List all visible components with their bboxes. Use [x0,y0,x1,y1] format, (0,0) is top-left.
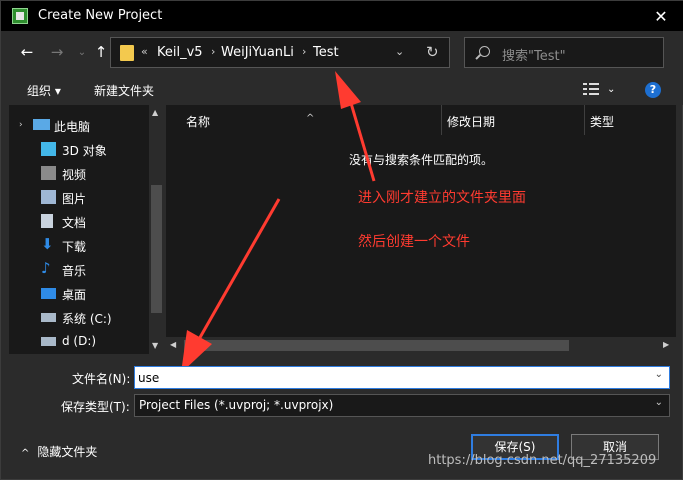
breadcrumb-test[interactable]: Test [313,45,339,60]
column-label: 类型 [590,115,615,129]
view-dropdown-icon[interactable]: ⌄ [607,84,615,95]
sidebar-item-label: 图片 [62,192,87,206]
desktop-icon [41,288,56,299]
arrow-left-icon: ← [20,43,34,61]
filename-label: 文件名(N): [72,372,131,386]
navigation-bar: ← → ⌄ ↑ « Keil_v5 › WeiJiYuanLi › Test ⌄… [1,31,683,75]
scroll-down-icon[interactable]: ▼ [152,341,158,350]
sidebar-item-3d-objects[interactable]: 3D 对象 [9,138,149,162]
column-label: 修改日期 [447,115,496,129]
address-bar[interactable]: « Keil_v5 › WeiJiYuanLi › Test ⌄ ↻ [110,37,450,68]
help-icon[interactable]: ? [645,82,661,98]
filename-input[interactable] [138,369,638,386]
command-toolbar: 组织 ▾ 新建文件夹 ⌄ ? [1,75,683,105]
music-icon: ♪ [41,259,51,277]
search-icon [479,46,490,57]
folder-icon [120,45,134,61]
new-folder-button[interactable]: 新建文件夹 [94,82,154,99]
chevron-down-icon: ⌄ [77,46,87,58]
sidebar-item-label: d (D:) [62,334,97,348]
close-button[interactable]: ✕ [638,1,683,31]
close-icon: ✕ [654,6,668,26]
sidebar-item-pictures[interactable]: 图片 [9,186,149,210]
breadcrumb-separator[interactable]: › [302,45,306,58]
filetype-select[interactable]: Project Files (*.uvproj; *.uvprojx) ⌄ [134,394,670,417]
column-header-name[interactable]: 名称 ^ [166,105,441,135]
horizontal-scrollbar[interactable]: ◀ ▶ [166,337,676,354]
sort-ascending-icon: ^ [306,113,315,124]
title-bar: Create New Project ✕ [1,1,683,31]
filetype-label: 保存类型(T): [61,400,130,414]
breadcrumb-keil[interactable]: Keil_v5 [157,45,203,60]
filename-field[interactable]: ⌄ [134,366,670,389]
drive-icon [41,313,56,322]
back-button[interactable]: ← [17,41,37,63]
watermark-text: https://blog.csdn.net/qq_27135209 [428,453,657,468]
address-dropdown-icon[interactable]: ⌄ [395,45,404,58]
drive-icon [41,337,56,346]
scrollbar-thumb[interactable] [184,340,569,351]
annotation-text: 然后创建一个文件 [358,234,470,250]
hide-folders-label: 隐藏文件夹 [37,445,98,459]
organize-menu[interactable]: 组织 ▾ [27,82,61,99]
keil-app-icon [12,8,28,24]
search-input[interactable]: 搜索"Test" [464,37,664,68]
dialog-title: Create New Project [38,8,163,23]
scroll-left-icon[interactable]: ◀ [170,340,176,349]
forward-button[interactable]: → [47,41,67,63]
column-header-type[interactable]: 类型 [585,105,676,135]
column-header-modified[interactable]: 修改日期 [442,105,584,135]
refresh-icon[interactable]: ↻ [426,43,439,61]
sidebar-item-videos[interactable]: 视频 [9,162,149,186]
scroll-up-icon[interactable]: ▲ [152,108,158,117]
sidebar-item-label: 视频 [62,168,87,182]
sidebar-item-music[interactable]: ♪ 音乐 [9,258,149,282]
hide-folders-toggle[interactable]: ^ 隐藏文件夹 [21,443,97,460]
sidebar-item-label: 音乐 [62,264,87,278]
cube-icon [41,142,56,156]
create-project-dialog: Create New Project ✕ ← → ⌄ ↑ « Keil_v5 ›… [0,0,683,480]
chevron-up-icon: ^ [21,448,30,459]
search-placeholder: 搜索"Test" [502,49,566,64]
sidebar-item-drive-c[interactable]: 系统 (C:) [9,306,149,330]
download-icon: ⬇ [41,235,54,253]
file-list[interactable]: 名称 ^ 修改日期 类型 没有与搜索条件匹配的项。 ◀ ▶ [166,105,676,354]
breadcrumb-overflow[interactable]: « [141,45,148,58]
sidebar-item-this-pc[interactable]: › 此电脑 [9,114,149,138]
sidebar-item-documents[interactable]: 文档 [9,210,149,234]
chevron-down-icon[interactable]: ⌄ [655,369,663,380]
column-label: 名称 [186,115,211,129]
recent-locations-button[interactable]: ⌄ [72,41,92,63]
view-options-icon[interactable] [583,83,599,96]
scrollbar-thumb[interactable] [151,185,162,313]
arrow-right-icon: → [50,43,64,61]
sidebar-item-label: 系统 (C:) [62,312,112,326]
sidebar-item-label: 此电脑 [54,120,91,134]
sidebar-item-label: 桌面 [62,288,87,302]
empty-list-message: 没有与搜索条件匹配的项。 [349,153,494,167]
scroll-right-icon[interactable]: ▶ [663,340,669,349]
annotation-text: 进入刚才建立的文件夹里面 [358,190,526,206]
sidebar-item-drive-d[interactable]: d (D:) [9,330,149,354]
sidebar-scrollbar[interactable]: ▲ ▼ [149,105,164,354]
sidebar-item-label: 文档 [62,216,87,230]
sidebar-item-downloads[interactable]: ⬇ 下载 [9,234,149,258]
breadcrumb-weijiyuanli[interactable]: WeiJiYuanLi [221,45,294,60]
computer-icon [33,119,50,130]
picture-icon [41,190,56,204]
sidebar-item-label: 下载 [62,240,87,254]
expand-icon[interactable]: › [19,120,23,130]
navigation-pane: › 此电脑 3D 对象 视频 图片 文档 ⬇ 下载 ♪ 音乐 桌面 系统 (C:… [9,105,164,354]
up-button[interactable]: ↑ [91,41,111,63]
breadcrumb-separator[interactable]: › [211,45,215,58]
video-icon [41,166,56,180]
sidebar-item-label: 3D 对象 [62,144,107,158]
chevron-down-icon[interactable]: ⌄ [655,397,663,408]
sidebar-item-desktop[interactable]: 桌面 [9,282,149,306]
document-icon [41,214,53,228]
filetype-value: Project Files (*.uvproj; *.uvprojx) [139,398,334,412]
arrow-up-icon: ↑ [94,43,108,61]
